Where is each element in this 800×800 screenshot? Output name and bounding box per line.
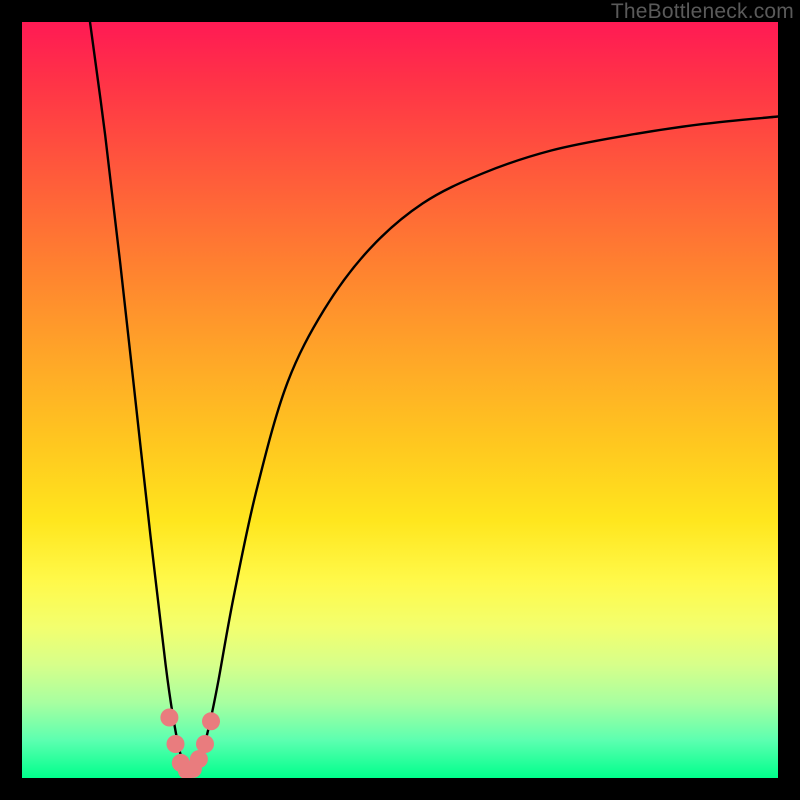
trough-marker-group xyxy=(160,709,220,779)
bottleneck-curve-path xyxy=(90,22,778,771)
trough-marker-dot xyxy=(196,735,214,753)
watermark-text: TheBottleneck.com xyxy=(611,0,794,24)
chart-plot-area xyxy=(22,22,778,778)
trough-marker-dot xyxy=(160,709,178,727)
bottleneck-curve-svg xyxy=(22,22,778,778)
trough-marker-dot xyxy=(202,712,220,730)
trough-marker-dot xyxy=(167,735,185,753)
